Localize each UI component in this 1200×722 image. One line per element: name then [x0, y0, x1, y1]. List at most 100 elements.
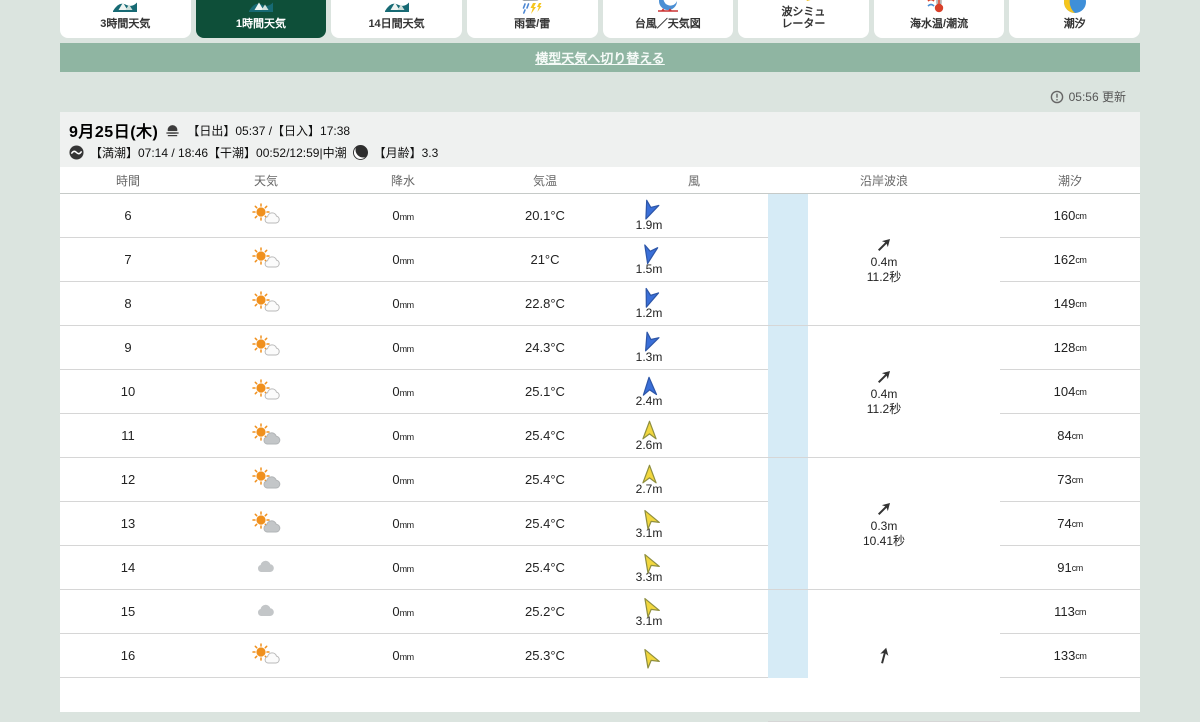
table-row: 7 0mm 21°C 1.5m [60, 238, 768, 282]
hour-cell: 7 [124, 252, 132, 267]
tab-2[interactable]: 1時間天気 [195, 0, 327, 38]
sun-graycloud-icon [251, 466, 281, 493]
tide-cell: 91 cm [1000, 546, 1140, 590]
tide-cell: 160 cm [1000, 194, 1140, 238]
table-row: 8 0mm 22.8°C 1.2m [60, 282, 768, 326]
table-row: 13 0mm 25.4°C 3.1m [60, 502, 768, 546]
tide-cell: 162 cm [1000, 238, 1140, 282]
hour-cell: 11 [121, 428, 135, 443]
rain-cell: 0mm [392, 560, 414, 575]
clock-icon [1050, 90, 1064, 104]
weather-cell [196, 334, 336, 361]
wave-period: 10.41秒 [862, 533, 906, 548]
wind-direction-arrow-icon [643, 243, 658, 264]
wave-icon [69, 145, 84, 160]
cloud-icon [251, 599, 281, 625]
wave-cell [768, 590, 1000, 722]
hour-cell: 12 [120, 472, 136, 487]
tide-cell: 113 cm [1000, 590, 1140, 634]
table-row: 12 0mm 25.4°C 2.7m [60, 458, 768, 502]
tab-label: 海水温/潮流 [910, 18, 969, 31]
temp-cell: 25.1°C [525, 384, 565, 399]
sea-temp-icon [926, 0, 952, 15]
wind-cell: 1.5m [620, 243, 768, 276]
tab-1[interactable]: 3時間天気 [60, 0, 191, 38]
hour-cell: 16 [120, 648, 136, 663]
rain-radar-icon [519, 0, 545, 15]
column-header: 沿岸波浪 [859, 173, 908, 188]
table-row: 15 0mm 25.2°C 3.1m [60, 590, 768, 634]
weather-cell [196, 510, 336, 537]
hour-cell: 14 [120, 560, 136, 575]
logo-icon [112, 0, 138, 15]
column-header: 風 [687, 173, 700, 188]
switch-to-horizontal-link[interactable]: 横型天気へ切り替える [535, 48, 665, 67]
column-header: 気温 [532, 173, 557, 188]
rain-cell: 0mm [392, 604, 414, 619]
column-header: 天気 [253, 173, 278, 188]
tab-5[interactable]: 台風／天気図 [602, 0, 734, 38]
wind-direction-arrow-icon [643, 648, 660, 669]
column-header: 時間 [115, 173, 140, 188]
wind-cell: 2.6m [620, 420, 768, 452]
weather-cell [196, 290, 336, 317]
date-label: 9月25日(木) [69, 124, 159, 141]
table-body: 6 0mm 20.1°C 1.9m 7 0mm 21°C 1.5m 8 0mm 22.8°C 1.2m… [60, 194, 1140, 722]
tide-cell: 149 cm [1000, 282, 1140, 326]
wind-direction-arrow-icon [641, 464, 657, 483]
wind-cell: 3.3m [620, 552, 768, 584]
hour-cell: 10 [120, 384, 136, 399]
hour-cell: 6 [124, 208, 132, 223]
table-row: 6 0mm 20.1°C 1.9m [60, 194, 768, 238]
sun-cloud-icon [251, 290, 281, 317]
sun-graycloud-icon [251, 510, 281, 537]
typhoon-icon [655, 0, 681, 15]
tide-times-label: 【満潮】07:14 / 18:46【干潮】00:52/12:59|中潮 [90, 146, 347, 160]
table-header-row: 時間 天気 降水 気温 風 沿岸波浪 潮汐 [60, 167, 1140, 194]
temp-cell: 25.4°C [525, 428, 565, 443]
tab-4[interactable]: 雨雲/雷 [466, 0, 598, 38]
rain-cell: 0mm [392, 428, 414, 443]
wave-cell: 0.4m 11.2秒 [768, 326, 1000, 458]
table-row: 10 0mm 25.1°C 2.4m [60, 370, 768, 414]
rain-cell: 0mm [392, 340, 414, 355]
temp-cell: 20.1°C [525, 208, 565, 223]
temp-cell: 25.4°C [525, 516, 565, 531]
rain-cell: 0mm [392, 384, 414, 399]
weather-cell [196, 378, 336, 405]
wind-cell: 1.3m [620, 331, 768, 364]
tab-label: 潮汐 [1063, 18, 1086, 31]
rain-cell: 0mm [392, 648, 414, 663]
table-row: 9 0mm 24.3°C 1.3m [60, 326, 768, 370]
wind-cell: 1.2m [620, 287, 768, 320]
rain-cell: 0mm [392, 296, 414, 311]
table-row: 16 0mm 25.3°C [60, 634, 768, 678]
tab-3[interactable]: 14日間天気 [331, 0, 462, 38]
temp-cell: 22.8°C [525, 296, 565, 311]
wind-cell: 3.1m [620, 508, 768, 540]
wind-direction-arrow-icon [642, 376, 657, 396]
tab-label: 14日間天気 [368, 18, 425, 31]
column-header: 潮汐 [1057, 173, 1082, 188]
wind-cell: 2.4m [620, 376, 768, 408]
sun-cloud-icon [251, 378, 281, 405]
wind-cell: 1.9m [620, 199, 768, 232]
tide-icon [1062, 0, 1088, 15]
rain-cell: 0mm [392, 472, 414, 487]
rain-cell: 0mm [392, 208, 414, 223]
tide-cell: 133 cm [1000, 634, 1140, 678]
tab-8[interactable]: 潮汐 [1009, 0, 1140, 38]
update-time-text: 05:56 更新 [1068, 90, 1126, 104]
tab-7[interactable]: 海水温/潮流 [873, 0, 1005, 38]
wave-period: 11.2秒 [866, 269, 902, 284]
tab-6[interactable]: 波シミュ レーター [738, 0, 869, 38]
wave-cell: 0.3m 10.41秒 [768, 458, 1000, 590]
tab-label: 3時間天気 [100, 18, 151, 31]
weather-cell [196, 246, 336, 273]
weather-cell [196, 202, 336, 229]
tide-cell: 74 cm [1000, 502, 1140, 546]
temp-cell: 25.2°C [525, 604, 565, 619]
wind-cell: 2.7m [620, 464, 768, 496]
tab-label: 台風／天気図 [634, 18, 701, 31]
wind-cell [620, 647, 768, 669]
